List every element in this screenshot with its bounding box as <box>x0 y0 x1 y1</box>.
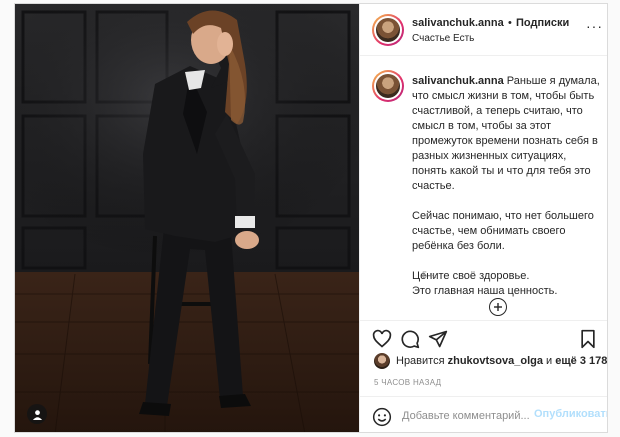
likes-prefix: Нравится <box>396 355 445 367</box>
likes-and: и <box>546 355 553 367</box>
more-horizontal-icon[interactable]: ··· <box>586 18 603 34</box>
post-sidebar: salivanchuk.anna • Подписки Счастье Есть… <box>359 4 607 432</box>
following-button[interactable]: Подписки <box>516 17 569 29</box>
comment-bar: Опубликовать <box>360 396 607 432</box>
caption-username[interactable]: salivanchuk.anna <box>412 75 504 87</box>
emoji-icon[interactable] <box>372 407 392 427</box>
post-photo[interactable] <box>15 4 359 432</box>
comment-input[interactable] <box>402 407 532 425</box>
post-actions <box>360 320 607 354</box>
photo-illustration <box>15 4 359 432</box>
author-username[interactable]: salivanchuk.anna <box>412 17 504 29</box>
author-avatar[interactable] <box>372 14 404 46</box>
heart-icon[interactable] <box>372 329 392 349</box>
liker-username[interactable]: zhukovtsova_olga <box>448 355 543 367</box>
liker-avatar[interactable] <box>374 353 390 369</box>
post-card: salivanchuk.anna • Подписки Счастье Есть… <box>14 3 608 433</box>
caption-text: salivanchuk.anna Раньше я думала, что см… <box>412 74 602 314</box>
caption-paragraph-1: Раньше я думала, что смысл жизни в том, … <box>412 75 600 192</box>
caption-author-avatar[interactable] <box>372 70 404 102</box>
header-separator: • <box>508 17 512 29</box>
share-icon[interactable] <box>428 329 448 349</box>
likes-row: Нравится zhukovtsova_olga и ещё 3 178 <box>360 350 607 372</box>
publish-button[interactable]: Опубликовать <box>534 408 607 420</box>
tagged-people-icon[interactable] <box>27 404 47 424</box>
bookmark-icon[interactable] <box>578 329 598 349</box>
post-header: salivanchuk.anna • Подписки Счастье Есть… <box>360 4 607 56</box>
post-caption: salivanchuk.anna Раньше я думала, что см… <box>360 56 607 318</box>
post-location[interactable]: Счастье Есть <box>412 33 474 44</box>
caption-paragraph-3: Цените своё здоровье. Это главная наша ц… <box>412 270 558 297</box>
post-timestamp: 5 ЧАСОВ НАЗАД <box>374 378 442 387</box>
plus-circle-icon[interactable] <box>489 298 507 316</box>
caption-time: 5 ч. <box>422 270 437 280</box>
caption-paragraph-2: Сейчас понимаю, что нет большего счастье… <box>412 210 594 252</box>
comment-icon[interactable] <box>400 329 420 349</box>
likes-summary[interactable]: Нравится zhukovtsova_olga и ещё 3 178 <box>396 355 607 367</box>
likes-count[interactable]: ещё 3 178 <box>555 355 607 367</box>
